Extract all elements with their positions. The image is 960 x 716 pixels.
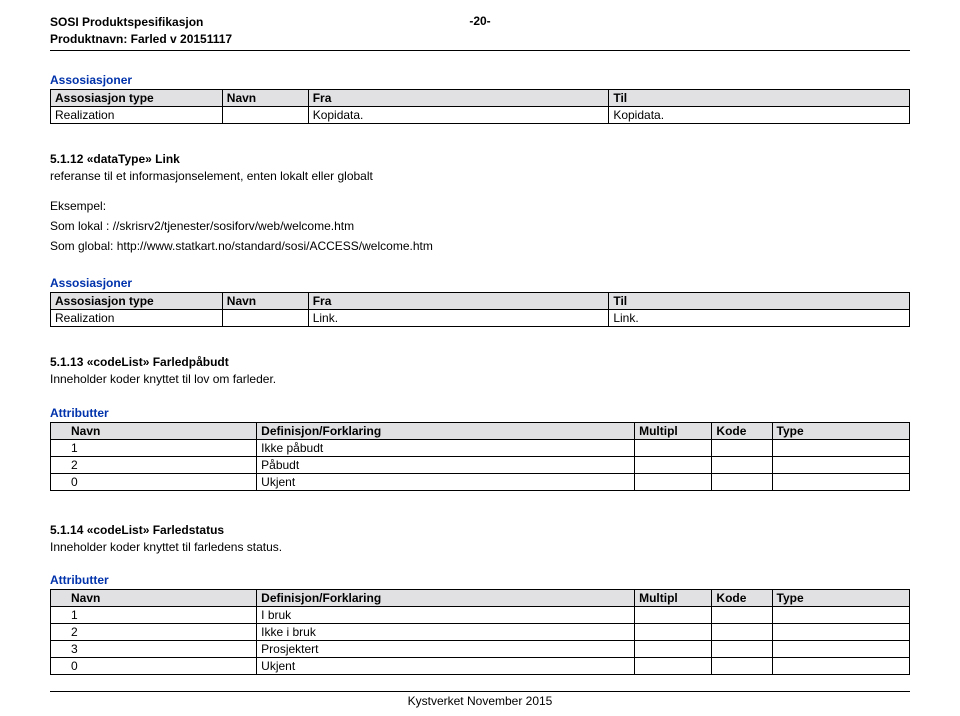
table-row: 3Prosjektert — [51, 640, 910, 657]
s12-ex2: Som global: http://www.statkart.no/stand… — [50, 238, 910, 254]
assoc2-table: Assosiasjon type Navn Fra Til Realizatio… — [50, 292, 910, 327]
table-row: 0Ukjent — [51, 657, 910, 674]
attr2-title: Attributter — [50, 573, 910, 587]
assoc2-title: Assosiasjoner — [50, 276, 910, 290]
assoc2-col-type: Assosiasjon type — [51, 293, 223, 310]
attr1-col-kode: Kode — [712, 422, 772, 439]
assoc1-col-to: Til — [609, 89, 910, 106]
s12-ex-label: Eksempel: — [50, 198, 910, 214]
attr1-col-name: Navn — [51, 422, 257, 439]
assoc2-col-to: Til — [609, 293, 910, 310]
table-row: 2Påbudt — [51, 456, 910, 473]
table-row: 1I bruk — [51, 606, 910, 623]
attr1-title: Attributter — [50, 406, 910, 420]
table-row: 1Ikke påbudt — [51, 439, 910, 456]
table-row: 0Ukjent — [51, 473, 910, 490]
attr1-table: Navn Definisjon/Forklaring Multipl Kode … — [50, 422, 910, 491]
page-number: -20- — [469, 14, 490, 28]
page-footer: Kystverket November 2015 — [50, 691, 910, 708]
attr1-col-type: Type — [772, 422, 909, 439]
s14-desc: Inneholder koder knyttet til farledens s… — [50, 539, 910, 555]
s13-heading: 5.1.13 «codeList» Farledpåbudt — [50, 355, 910, 369]
attr1-col-def: Definisjon/Forklaring — [257, 422, 635, 439]
s12-ex1: Som lokal : //skrisrv2/tjenester/sosifor… — [50, 218, 910, 234]
s14-heading: 5.1.14 «codeList» Farledstatus — [50, 523, 910, 537]
table-row: Realization Link. Link. — [51, 310, 910, 327]
attr2-col-name: Navn — [51, 589, 257, 606]
attr2-col-type: Type — [772, 589, 909, 606]
assoc2-col-name: Navn — [222, 293, 308, 310]
page-header: SOSI Produktspesifikasjon Produktnavn: F… — [50, 14, 910, 51]
assoc2-col-from: Fra — [308, 293, 609, 310]
assoc1-col-name: Navn — [222, 89, 308, 106]
s12-desc: referanse til et informasjonselement, en… — [50, 168, 910, 184]
attr2-col-kode: Kode — [712, 589, 772, 606]
table-row: 2Ikke i bruk — [51, 623, 910, 640]
attr2-col-def: Definisjon/Forklaring — [257, 589, 635, 606]
attr2-table: Navn Definisjon/Forklaring Multipl Kode … — [50, 589, 910, 675]
assoc1-title: Assosiasjoner — [50, 73, 910, 87]
s13-desc: Inneholder koder knyttet til lov om farl… — [50, 371, 910, 387]
assoc1-table: Assosiasjon type Navn Fra Til Realizatio… — [50, 89, 910, 124]
assoc1-col-from: Fra — [308, 89, 609, 106]
product-name: Produktnavn: Farled v 20151117 — [50, 31, 910, 48]
attr1-col-multipl: Multipl — [635, 422, 712, 439]
table-row: Realization Kopidata. Kopidata. — [51, 106, 910, 123]
attr2-col-multipl: Multipl — [635, 589, 712, 606]
assoc1-col-type: Assosiasjon type — [51, 89, 223, 106]
s12-heading: 5.1.12 «dataType» Link — [50, 152, 910, 166]
